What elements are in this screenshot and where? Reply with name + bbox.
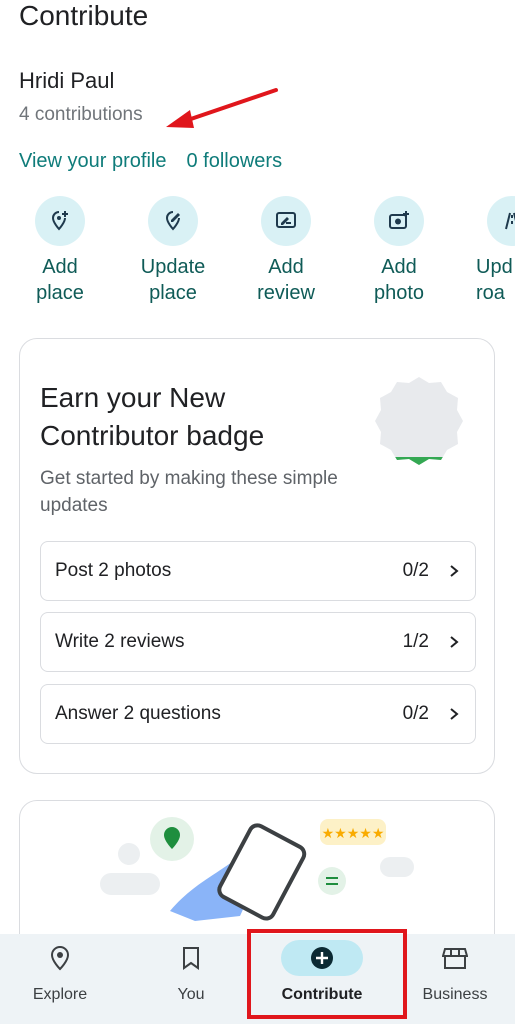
add-review-label: Add review	[257, 256, 315, 304]
nav-explore[interactable]: Explore	[0, 934, 120, 1024]
task-write-reviews[interactable]: Write 2 reviews 1/2	[40, 612, 476, 672]
update-place-button[interactable]: Update place	[123, 196, 223, 306]
update-place-label: Update place	[140, 256, 206, 304]
add-photo-label: Add photo	[373, 256, 425, 304]
nav-you[interactable]: You	[131, 934, 251, 1024]
bookmark-icon	[183, 947, 199, 970]
add-review-button[interactable]: Add review	[236, 196, 336, 306]
nav-label: Business	[422, 986, 488, 1003]
edit-place-icon	[165, 211, 180, 231]
add-photo-button[interactable]: Add photo	[349, 196, 449, 306]
task-progress: 0/2	[402, 703, 429, 724]
chevron-right-icon	[450, 708, 459, 720]
user-name: Hridi Paul	[19, 68, 115, 93]
badge-subtitle: Get started by making these simple updat…	[40, 468, 338, 516]
add-photo-icon	[389, 211, 409, 229]
task-label: Answer 2 questions	[55, 703, 221, 724]
nav-business[interactable]: Business	[395, 934, 515, 1024]
badge-card: Earn your New Contributor badge Get star…	[19, 338, 495, 774]
nav-label: Explore	[32, 986, 88, 1003]
task-answer-questions[interactable]: Answer 2 questions 0/2	[40, 684, 476, 744]
store-icon	[442, 948, 468, 969]
view-profile-link[interactable]: View your profile	[19, 150, 166, 173]
review-icon	[276, 212, 296, 228]
nav-label: You	[177, 986, 205, 1003]
add-place-icon	[51, 211, 68, 231]
task-label: Write 2 reviews	[55, 631, 185, 652]
task-label: Post 2 photos	[55, 560, 172, 581]
chevron-right-icon	[450, 565, 459, 577]
task-post-photos[interactable]: Post 2 photos 0/2	[40, 541, 476, 601]
location-pin-icon	[50, 945, 70, 971]
annotation-arrow	[166, 88, 278, 128]
update-road-label: Upd roa	[476, 256, 513, 304]
followers-link[interactable]: 0 followers	[186, 150, 282, 173]
task-progress: 1/2	[402, 631, 429, 652]
rating-stars: ★★★★★	[322, 826, 385, 842]
task-progress: 0/2	[402, 560, 429, 581]
quick-actions: Add place Update place Add review Add ph…	[0, 196, 515, 316]
add-place-label: Add place	[36, 256, 84, 304]
chevron-right-icon	[450, 636, 459, 648]
contribution-count: 4 contributions	[19, 104, 143, 125]
add-place-button[interactable]: Add place	[10, 196, 110, 306]
update-road-button[interactable]: Upd roa	[462, 196, 515, 306]
badge-icon	[375, 377, 463, 465]
badge-title: Earn your New Contributor badge	[40, 382, 265, 451]
annotation-highlight-box	[247, 929, 407, 1019]
road-icon	[505, 212, 515, 230]
page-title: Contribute	[19, 0, 149, 31]
